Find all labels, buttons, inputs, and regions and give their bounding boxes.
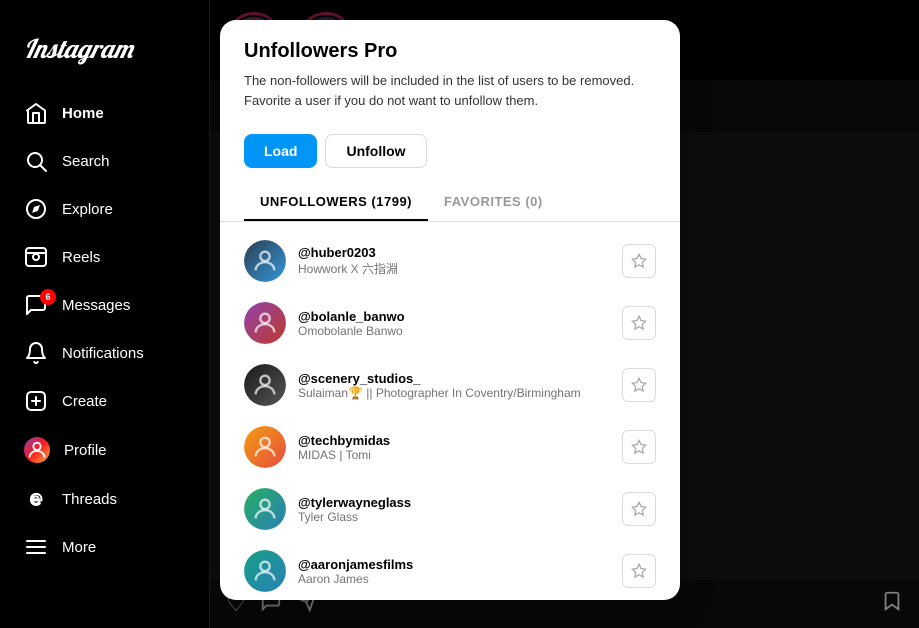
reels-icon: [24, 245, 48, 269]
user-info: @huber0203 Howwork X 六指淵: [298, 245, 610, 277]
sidebar-label-search: Search: [62, 153, 110, 170]
notifications-icon: [24, 341, 48, 365]
user-list-item: @aaronjamesfilms Aaron James: [220, 540, 680, 600]
user-avatar: [244, 240, 286, 282]
user-list-item: @techbymidas MIDAS | Tomi: [220, 416, 680, 478]
modal-actions: Load Unfollow: [220, 134, 680, 184]
sidebar-item-messages[interactable]: 6 Messages: [12, 281, 197, 329]
unfollow-button[interactable]: Unfollow: [325, 134, 426, 168]
user-handle: @bolanle_banwo: [298, 309, 610, 324]
sidebar-label-messages: Messages: [62, 297, 130, 314]
sidebar-label-more: More: [62, 539, 96, 556]
user-display-name: Omobolanle Banwo: [298, 324, 610, 338]
user-display-name: Tyler Glass: [298, 510, 610, 524]
user-avatar: [244, 488, 286, 530]
threads-icon: [24, 487, 48, 511]
user-display-name: Aaron James: [298, 572, 610, 586]
favorite-button[interactable]: [622, 306, 656, 340]
user-list: @huber0203 Howwork X 六指淵 @bolanle_banwo: [220, 222, 680, 600]
sidebar-item-reels[interactable]: Reels: [12, 233, 197, 281]
user-list-item: @bolanle_banwo Omobolanle Banwo: [220, 292, 680, 354]
sidebar-label-profile: Profile: [64, 442, 107, 459]
sidebar-label-notifications: Notifications: [62, 345, 144, 362]
user-info: @tylerwayneglass Tyler Glass: [298, 495, 610, 524]
favorite-button[interactable]: [622, 368, 656, 402]
sidebar-item-profile[interactable]: Profile: [12, 425, 197, 475]
user-display-name: Sulaiman🏆 || Photographer In Coventry/Bi…: [298, 386, 610, 400]
user-info: @bolanle_banwo Omobolanle Banwo: [298, 309, 610, 338]
user-handle: @techbymidas: [298, 433, 610, 448]
sidebar-item-home[interactable]: Home: [12, 89, 197, 137]
favorite-button[interactable]: [622, 492, 656, 526]
user-list-item: @huber0203 Howwork X 六指淵: [220, 230, 680, 292]
modal-header: Unfollowers Pro The non-followers will b…: [220, 20, 680, 134]
load-button[interactable]: Load: [244, 134, 317, 168]
sidebar-item-more[interactable]: More: [12, 523, 197, 571]
search-icon: [24, 149, 48, 173]
user-info: @techbymidas MIDAS | Tomi: [298, 433, 610, 462]
modal-title: Unfollowers Pro: [244, 40, 656, 63]
sidebar-item-search[interactable]: Search: [12, 137, 197, 185]
app-logo: Instagram: [12, 16, 197, 89]
user-avatar: [244, 550, 286, 592]
sidebar-label-reels: Reels: [62, 249, 100, 266]
sidebar-item-threads[interactable]: Threads: [12, 475, 197, 523]
user-list-item: @tylerwayneglass Tyler Glass: [220, 478, 680, 540]
user-handle: @scenery_studios_: [298, 371, 610, 386]
more-icon: [24, 535, 48, 559]
user-info: @aaronjamesfilms Aaron James: [298, 557, 610, 586]
user-avatar: [244, 426, 286, 468]
favorite-button[interactable]: [622, 430, 656, 464]
sidebar-label-explore: Explore: [62, 201, 113, 218]
user-handle: @tylerwayneglass: [298, 495, 610, 510]
modal-tabs: UNFOLLOWERS (1799) FAVORITES (0): [220, 184, 680, 222]
unfollowers-modal: Unfollowers Pro The non-followers will b…: [220, 20, 680, 600]
sidebar-item-explore[interactable]: Explore: [12, 185, 197, 233]
main-content: iamolayim... theboy_w... i... TH PA ♡: [210, 0, 919, 628]
user-info: @scenery_studios_ Sulaiman🏆 || Photograp…: [298, 371, 610, 400]
user-display-name: MIDAS | Tomi: [298, 448, 610, 462]
modal-overlay: Unfollowers Pro The non-followers will b…: [210, 0, 919, 628]
home-icon: [24, 101, 48, 125]
user-avatar: [244, 302, 286, 344]
sidebar-item-notifications[interactable]: Notifications: [12, 329, 197, 377]
modal-description: The non-followers will be included in th…: [244, 71, 656, 110]
sidebar-label-create: Create: [62, 393, 107, 410]
explore-icon: [24, 197, 48, 221]
sidebar-label-threads: Threads: [62, 491, 117, 508]
messages-badge: 6: [40, 289, 56, 305]
create-icon: [24, 389, 48, 413]
user-handle: @aaronjamesfilms: [298, 557, 610, 572]
sidebar: Instagram Home Search Explore Reels 6 Me…: [0, 0, 210, 628]
user-handle: @huber0203: [298, 245, 610, 260]
user-avatar: [244, 364, 286, 406]
favorite-button[interactable]: [622, 244, 656, 278]
tab-unfollowers[interactable]: UNFOLLOWERS (1799): [244, 184, 428, 221]
user-display-name: Howwork X 六指淵: [298, 260, 610, 277]
sidebar-label-home: Home: [62, 105, 104, 122]
profile-avatar: [24, 437, 50, 463]
user-list-item: @scenery_studios_ Sulaiman🏆 || Photograp…: [220, 354, 680, 416]
tab-favorites[interactable]: FAVORITES (0): [428, 184, 559, 221]
favorite-button[interactable]: [622, 554, 656, 588]
sidebar-item-create[interactable]: Create: [12, 377, 197, 425]
